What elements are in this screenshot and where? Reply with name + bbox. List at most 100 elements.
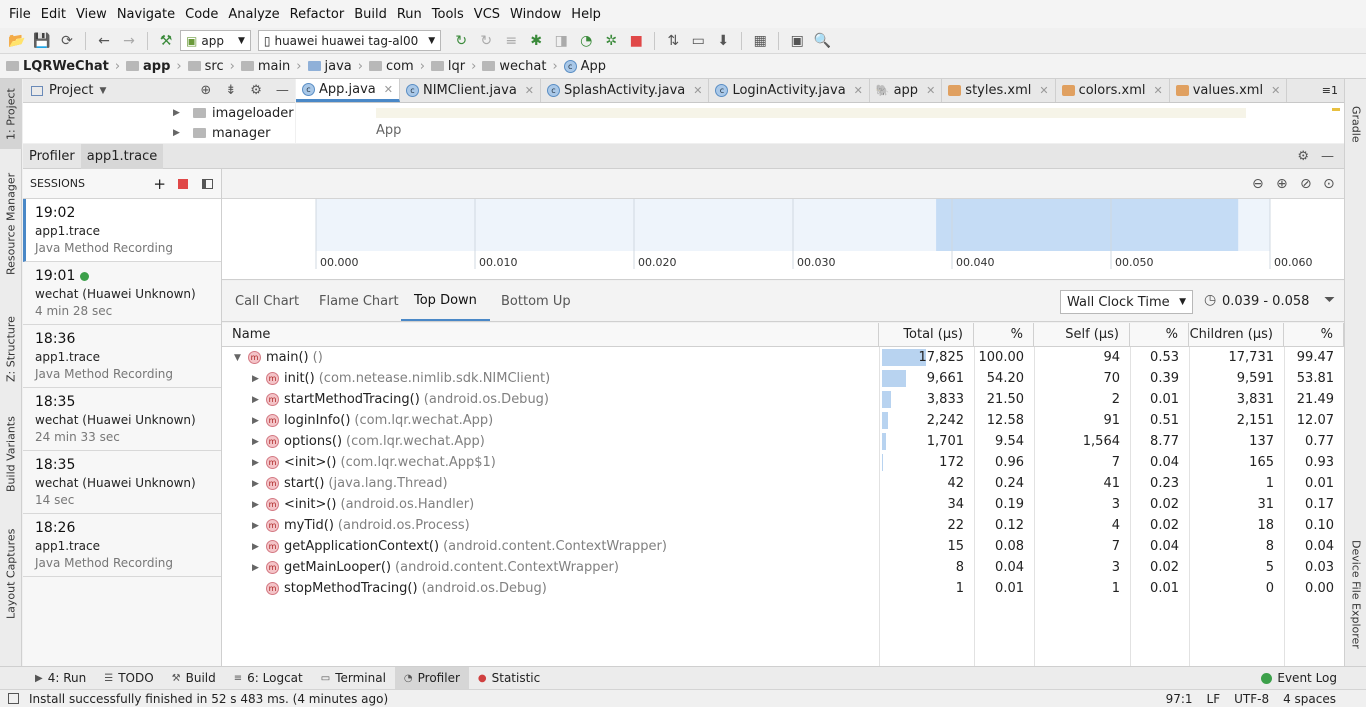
tool-tab-layout-captures[interactable]: Layout Captures [0,524,22,624]
bottom-tab[interactable]: ◔ Profiler [394,666,469,690]
column-header[interactable]: Self (μs) [1034,323,1130,347]
menu-vcs[interactable]: VCS [469,7,505,22]
tab-bottom-up[interactable]: Bottom Up [488,281,584,321]
editor-tab[interactable]: c NIMClient.java ✕ [400,79,541,102]
tab-trace[interactable]: app1.trace [80,143,164,169]
close-icon[interactable]: ✕ [384,83,393,96]
editor-breadcrumb[interactable]: App [376,123,401,138]
breadcrumb-item[interactable]: app › [126,59,188,74]
tool-tab-resource-manager[interactable]: Resource Manager [0,169,22,279]
breadcrumb-item[interactable]: src › [187,59,241,74]
bottom-tab[interactable]: ▶ 4: Run [26,667,95,690]
profile-icon[interactable]: ◔ [575,30,597,52]
line-separator[interactable]: LF [1207,692,1221,706]
zoom-to-selection-icon[interactable]: ⊙ [1323,176,1335,192]
breadcrumb-item[interactable]: java › [307,59,369,74]
tool-tab-device-file-explorer[interactable]: Device File Explorer [1345,529,1366,659]
breadcrumb-item[interactable]: c App [563,59,612,74]
tab-top-down[interactable]: Top Down [401,281,490,321]
zoom-in-icon[interactable]: ⊕ [1276,176,1288,192]
menu-file[interactable]: File [4,7,36,22]
editor-tab[interactable]: c App.java ✕ [296,79,400,102]
save-icon[interactable]: 💾 [31,30,53,52]
menu-edit[interactable]: Edit [36,7,71,22]
menu-run[interactable]: Run [392,7,427,22]
attach-debugger-icon[interactable]: ✲ [600,30,622,52]
coverage-icon[interactable]: ◨ [550,30,572,52]
chevron-right-icon[interactable]: ▶ [252,458,266,468]
menu-analyze[interactable]: Analyze [223,7,284,22]
tool-tab-project[interactable]: 1: Project [0,79,22,149]
forward-icon[interactable]: → [118,30,140,52]
table-row[interactable]: ▶ m myTid() (android.os.Process) 22 0.12 4 0.02… [222,515,1344,536]
editor-tab[interactable]: values.xml ✕ [1170,79,1288,102]
bottom-tab[interactable]: ▭ Terminal [312,667,395,690]
filter-icon[interactable]: ⏷ [1324,292,1335,308]
chevron-right-icon[interactable]: ▶ [252,563,266,573]
tab-overflow-icon[interactable]: ≡1 [1322,79,1344,102]
table-row[interactable]: ▶ m loginInfo() (com.lqr.wechat.App) 2,242 12… [222,410,1344,431]
status-toggle-icon[interactable] [8,693,19,704]
menu-code[interactable]: Code [180,7,223,22]
project-view-selector[interactable]: Project [49,83,93,98]
device-selector[interactable]: ▯ huawei huawei tag-al00 ▼ [257,30,442,51]
apply-code-changes-icon[interactable]: ↻ [475,30,497,52]
breadcrumb-item[interactable]: com › [368,59,431,74]
minimize-icon[interactable]: — [276,83,289,98]
menu-build[interactable]: Build [349,7,392,22]
sync-icon[interactable]: ⟳ [56,30,78,52]
add-session-icon[interactable]: + [153,175,166,193]
close-icon[interactable]: ✕ [1153,84,1162,97]
column-header[interactable]: % [974,323,1034,347]
chevron-right-icon[interactable]: ▶ [252,416,266,426]
caret-position[interactable]: 97:1 [1166,692,1193,706]
build-hammer-icon[interactable]: ⚒ [155,30,177,52]
indent-setting[interactable]: 4 spaces [1283,692,1336,706]
zoom-out-icon[interactable]: ⊖ [1252,176,1264,192]
session-item[interactable]: 19:02 app1.trace Java Method Recording [23,199,221,262]
table-row[interactable]: ▶ m <init>() (android.os.Handler) 34 0.19 3 0.0… [222,494,1344,515]
terminal-window-icon[interactable]: ▣ [786,30,808,52]
editor-tab[interactable]: c LoginActivity.java ✕ [709,79,870,102]
module-selector[interactable]: ▣ app ▼ [180,30,251,51]
file-encoding[interactable]: UTF-8 [1234,692,1269,706]
gear-icon[interactable]: ⚙ [1297,149,1309,164]
close-icon[interactable]: ✕ [693,84,702,97]
chevron-right-icon[interactable]: ▶ [252,374,266,384]
crosshair-icon[interactable]: ⊕ [200,83,211,98]
list-icon[interactable]: ≡ [500,30,522,52]
tree-item-imageloader[interactable]: ▶ imageloader [23,103,295,123]
tree-item-manager[interactable]: ▶ manager [23,123,295,143]
menu-window[interactable]: Window [505,7,566,22]
timeline-axis[interactable]: 00.000 00.010 00.020 00.030 00.040 00.050 00.0… [222,199,1344,280]
breadcrumb-item[interactable]: main › [240,59,308,74]
chevron-right-icon[interactable]: ▶ [252,521,266,531]
timeline-selection[interactable] [936,199,1239,251]
sdk-manager-icon[interactable]: ⬇ [712,30,734,52]
stop-session-icon[interactable] [178,178,188,189]
chevron-right-icon[interactable]: ▶ [252,500,266,510]
bottom-tab[interactable]: ☰ TODO [95,667,162,690]
column-header[interactable]: Total (μs) [879,323,974,347]
table-row[interactable]: ▶ m init() (com.netease.nimlib.sdk.NIMClien… [222,368,1344,389]
open-folder-icon[interactable]: 📂 [6,30,28,52]
tab-profiler[interactable]: Profiler [23,144,81,169]
stop-icon[interactable]: ■ [625,30,647,52]
tab-flame-chart[interactable]: Flame Chart [306,281,412,321]
tool-tab-gradle[interactable]: Gradle [1345,99,1366,149]
table-row[interactable]: ▶ m getApplicationContext() (android.conten… [222,536,1344,557]
menu-tools[interactable]: Tools [427,7,469,22]
tab-call-chart[interactable]: Call Chart [222,281,312,321]
close-icon[interactable]: ✕ [854,84,863,97]
minimize-icon[interactable]: — [1321,149,1334,164]
breadcrumb-item[interactable]: LQRWeChat › [6,59,126,74]
table-row[interactable]: m stopMethodTracing() (android.os.Debug) 1 0… [222,578,1344,599]
chevron-down-icon[interactable]: ▼ [234,353,248,363]
menu-view[interactable]: View [71,7,112,22]
close-icon[interactable]: ✕ [1271,84,1280,97]
close-icon[interactable]: ✕ [525,84,534,97]
chevron-right-icon[interactable]: ▶ [252,542,266,552]
column-header[interactable]: Children (μs) [1189,323,1284,347]
panel-toggle-icon[interactable] [202,178,213,189]
session-item[interactable]: 18:35 wechat (Huawei Unknown) 14 sec [23,451,221,514]
